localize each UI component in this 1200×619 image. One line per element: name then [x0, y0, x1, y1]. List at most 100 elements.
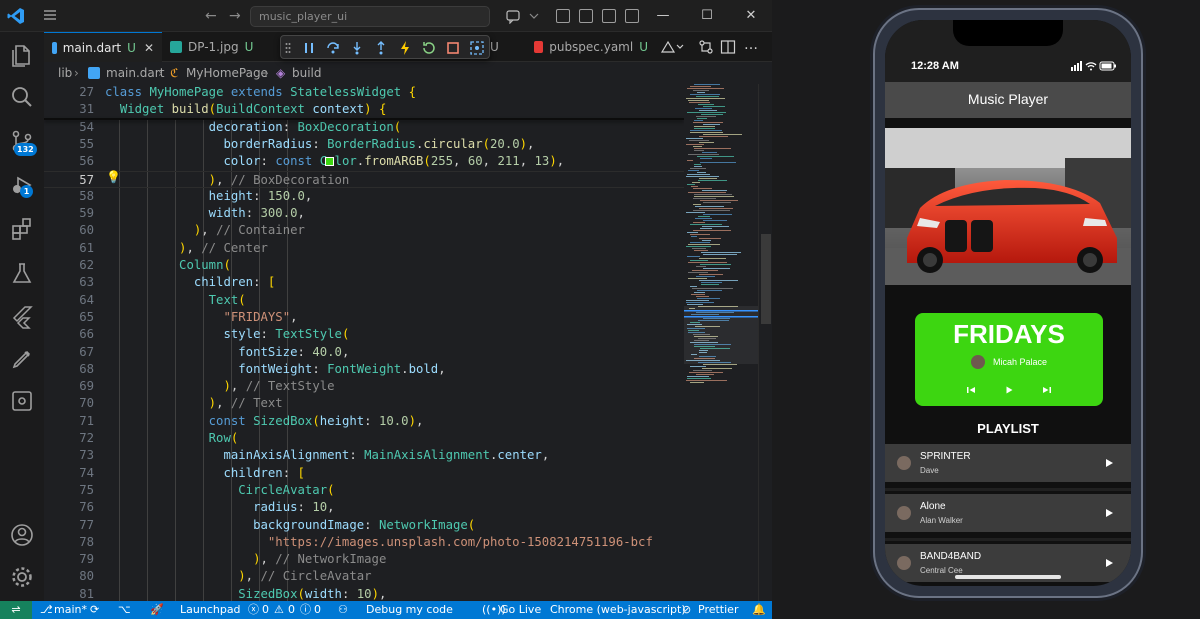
code-line[interactable]: 67 fontSize: 40.0,	[44, 344, 684, 361]
more-actions-icon[interactable]: …	[744, 37, 758, 53]
status-launchpad[interactable]: Launchpad	[180, 601, 241, 619]
remote-explorer-icon[interactable]	[9, 388, 35, 414]
code-line[interactable]: 62 Column(	[44, 257, 684, 274]
status-info[interactable]: 0	[314, 601, 321, 619]
pause-icon[interactable]	[301, 40, 317, 56]
play-icon[interactable]	[1002, 383, 1016, 397]
code-line[interactable]: 68 fontWeight: FontWeight.bold,	[44, 361, 684, 378]
search-icon[interactable]	[9, 84, 35, 110]
hot-reload-icon[interactable]	[397, 40, 413, 56]
hamburger-menu-icon[interactable]	[42, 7, 58, 23]
status-golive[interactable]: Go Live	[500, 601, 541, 619]
skip-next-icon[interactable]	[1040, 383, 1054, 397]
tab-main-dart[interactable]: main.dart U ✕	[44, 32, 162, 62]
code-line[interactable]: 71 const SizedBox(height: 10.0),	[44, 413, 684, 430]
tab-pubspec-yaml[interactable]: pubspec.yaml U	[526, 32, 656, 62]
code-line[interactable]: 60 ), // Container	[44, 222, 684, 239]
code-line[interactable]: 65 "FRIDAYS",	[44, 309, 684, 326]
code-line[interactable]: 55 borderRadius: BorderRadius.circular(2…	[44, 136, 684, 153]
breadcrumb-folder[interactable]: lib	[58, 62, 72, 84]
code-line[interactable]: 72 Row(	[44, 430, 684, 447]
forward-arrow-icon[interactable]: →	[229, 8, 241, 24]
code-line[interactable]: 80 ), // CircleAvatar	[44, 568, 684, 585]
restart-icon[interactable]	[421, 40, 437, 56]
code-line[interactable]: 79 ), // NetworkImage	[44, 551, 684, 568]
step-over-icon[interactable]	[325, 40, 341, 56]
status-device[interactable]: Chrome (web-javascript)	[550, 601, 686, 619]
copilot-chat-icon[interactable]	[505, 8, 541, 24]
tab-dp-1-jpg[interactable]: DP-1.jpg U	[162, 32, 262, 62]
code-line[interactable]: 54 decoration: BoxDecoration(	[44, 119, 684, 136]
extensions-icon[interactable]	[9, 216, 35, 242]
play-icon[interactable]	[1103, 507, 1115, 519]
step-out-icon[interactable]	[373, 40, 389, 56]
debug-config-icon[interactable]	[660, 39, 684, 55]
command-center-search[interactable]: music_player_ui	[250, 6, 490, 27]
status-debug[interactable]: Debug my code	[366, 601, 453, 619]
open-changes-icon[interactable]	[698, 39, 714, 55]
color-swatch[interactable]	[325, 157, 334, 167]
sticky-scroll-line[interactable]: 27 class MyHomePage extends StatelessWidg…	[44, 84, 684, 102]
code-line[interactable]: 76 radius: 10,	[44, 499, 684, 516]
settings-gear-icon[interactable]	[9, 564, 35, 590]
breadcrumb-file[interactable]: main.dart	[106, 62, 164, 84]
flutter-icon[interactable]	[9, 304, 35, 330]
code-line[interactable]: 81 SizedBox(width: 10),	[44, 586, 684, 601]
remote-indicator-icon[interactable]: ⇌	[0, 601, 32, 619]
now-playing-card[interactable]: FRIDAYS Micah Palace	[915, 313, 1103, 406]
pencil-edit-icon[interactable]	[9, 346, 35, 372]
code-line[interactable]: 66 style: TextStyle(	[44, 326, 684, 343]
sync-icon[interactable]: ⟳	[90, 601, 99, 619]
sticky-scroll-line[interactable]: 31 Widget build(BuildContext context) {	[44, 101, 684, 119]
code-line[interactable]: 75 CircleAvatar(	[44, 482, 684, 499]
testing-flask-icon[interactable]	[9, 260, 35, 286]
status-branch[interactable]: main*	[54, 601, 87, 619]
status-prettier[interactable]: Prettier	[698, 601, 738, 619]
playlist-item[interactable]: Alone Alan Walker	[885, 494, 1131, 532]
status-warnings[interactable]: 0	[288, 601, 295, 619]
maximize-window-button[interactable]: ☐	[692, 4, 722, 28]
play-icon[interactable]	[1103, 457, 1115, 469]
code-line[interactable]: 69 ), // TextStyle	[44, 378, 684, 395]
graph-icon[interactable]: ⌥	[118, 601, 131, 619]
home-indicator[interactable]	[955, 575, 1061, 579]
skip-previous-icon[interactable]	[964, 383, 978, 397]
play-icon[interactable]	[1103, 557, 1115, 569]
code-line[interactable]: 57 ), // BoxDecoration	[44, 170, 684, 188]
scrollbar-thumb[interactable]	[761, 234, 771, 324]
layout-sidebar-icon[interactable]	[556, 9, 570, 23]
code-line[interactable]: 61 ), // Center	[44, 240, 684, 257]
code-line[interactable]: 59 width: 300.0,	[44, 205, 684, 222]
close-window-button[interactable]: ✕	[736, 4, 766, 28]
explorer-icon[interactable]	[9, 42, 35, 68]
step-into-icon[interactable]	[349, 40, 365, 56]
account-icon[interactable]	[9, 522, 35, 548]
code-line[interactable]: 58 height: 150.0,	[44, 188, 684, 205]
code-editor[interactable]: 27 class MyHomePage extends StatelessWidg…	[44, 84, 684, 601]
code-line[interactable]: 78 "https://images.unsplash.com/photo-15…	[44, 534, 684, 551]
minimap[interactable]	[684, 84, 758, 601]
close-tab-icon[interactable]: ✕	[144, 41, 154, 55]
code-line[interactable]: 73 mainAxisAlignment: MainAxisAlignment.…	[44, 447, 684, 464]
breadcrumb-method[interactable]: build	[292, 62, 322, 84]
code-line[interactable]: 74 children: [	[44, 465, 684, 482]
vertical-scrollbar[interactable]	[758, 84, 772, 601]
back-arrow-icon[interactable]: ←	[205, 8, 217, 24]
drag-grip-icon[interactable]	[285, 42, 291, 54]
stop-icon[interactable]	[445, 40, 461, 56]
notifications-bell-icon[interactable]: 🔔	[752, 601, 766, 619]
minimize-window-button[interactable]: —	[648, 4, 678, 28]
code-line[interactable]: 56 color: const Color.fromARGB(255, 60, …	[44, 153, 684, 170]
layout-secondary-sidebar-icon[interactable]	[602, 9, 616, 23]
playlist-item[interactable]: SPRINTER Dave	[885, 444, 1131, 482]
code-line[interactable]: 70 ), // Text	[44, 395, 684, 412]
breadcrumb-class[interactable]: MyHomePage	[186, 62, 268, 84]
customize-layout-icon[interactable]	[625, 9, 639, 23]
code-line[interactable]: 63 children: [	[44, 274, 684, 291]
minimap-slider[interactable]	[684, 306, 758, 364]
layout-panel-icon[interactable]	[579, 9, 593, 23]
lightbulb-icon[interactable]: 💡	[106, 170, 121, 184]
devtools-inspect-icon[interactable]	[469, 40, 485, 56]
code-line[interactable]: 64 Text(	[44, 292, 684, 309]
code-line[interactable]: 77 backgroundImage: NetworkImage(	[44, 517, 684, 534]
